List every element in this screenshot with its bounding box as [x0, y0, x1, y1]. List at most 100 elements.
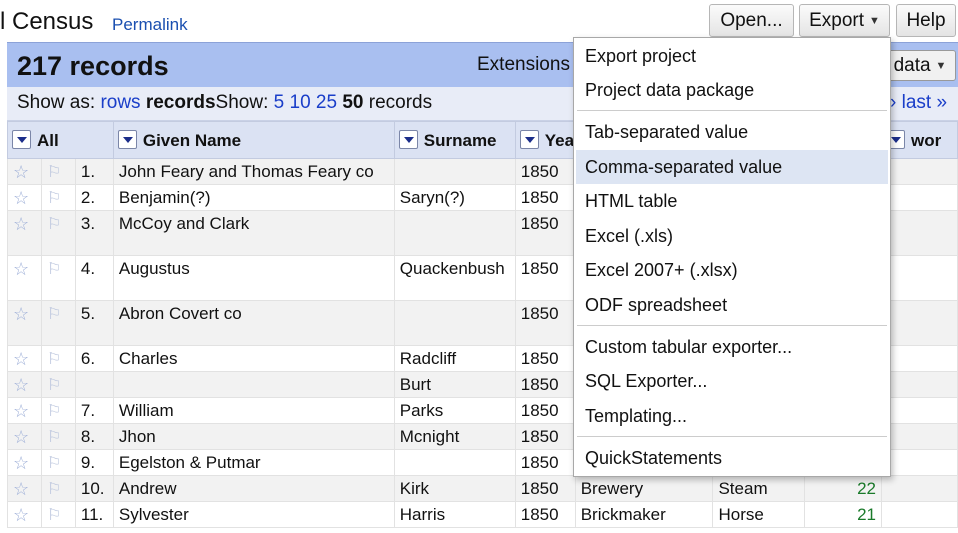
menu-item-sql-exporter[interactable]: SQL Exporter... [576, 364, 888, 398]
column-header-year[interactable]: Yea [514, 121, 576, 159]
cell-power: Horse [712, 501, 806, 528]
flag-icon[interactable]: ⚐ [40, 423, 76, 450]
menu-item-excel-xlsx[interactable]: Excel 2007+ (.xlsx) [576, 253, 888, 287]
menu-item-templating[interactable]: Templating... [576, 399, 888, 433]
star-icon[interactable]: ☆ [7, 501, 42, 528]
page-size-50-selected: 50 [342, 92, 364, 113]
row-index: 1. [74, 158, 114, 185]
permalink-link[interactable]: Permalink [112, 15, 188, 35]
row-index: 3. [74, 210, 114, 256]
flag-icon[interactable]: ⚐ [40, 371, 76, 398]
cell-year: 1850 [514, 345, 576, 372]
open-button[interactable]: Open... [709, 4, 794, 37]
menu-item-excel-xls[interactable]: Excel (.xls) [576, 219, 888, 253]
column-header-given-name[interactable]: Given Name [112, 121, 395, 159]
cell-number: 22 [804, 475, 882, 502]
row-index: 5. [74, 300, 114, 346]
star-icon[interactable]: ☆ [7, 397, 42, 424]
cell-given-name: Benjamin(?) [112, 184, 395, 211]
show-label: Show: [215, 92, 269, 113]
cell-given-name: Charles [112, 345, 395, 372]
menu-item-quickstatements[interactable]: QuickStatements [576, 441, 888, 475]
star-icon[interactable]: ☆ [7, 449, 42, 476]
menu-item-export-project[interactable]: Export project [576, 39, 888, 73]
column-header-all[interactable]: All [7, 121, 114, 159]
menu-item-project-data-package[interactable]: Project data package [576, 73, 888, 107]
extensions-menu[interactable]: Extensions [477, 54, 570, 76]
export-button-label: Export [809, 9, 865, 31]
page-size-5-link[interactable]: 5 [274, 92, 285, 113]
star-icon[interactable]: ☆ [7, 255, 42, 301]
export-button[interactable]: Export ▼ [799, 4, 890, 37]
star-icon[interactable]: ☆ [7, 475, 42, 502]
flag-icon[interactable]: ⚐ [40, 501, 76, 528]
flag-icon[interactable]: ⚐ [40, 210, 76, 256]
column-header-label: Yea [544, 130, 575, 150]
pager-last-link[interactable]: › last » [890, 92, 947, 114]
cell-year: 1850 [514, 423, 576, 450]
column-header-wo[interactable]: wor [881, 121, 958, 159]
cell-surname: Mcnight [393, 423, 516, 450]
cell-surname: Burt [393, 371, 516, 398]
cell-surname: Kirk [393, 475, 516, 502]
row-index [74, 371, 114, 398]
data-tab[interactable]: data ▼ [884, 50, 956, 81]
menu-item-odf-spreadsheet[interactable]: ODF spreadsheet [576, 288, 888, 322]
menu-divider [577, 436, 887, 437]
flag-icon[interactable]: ⚐ [40, 345, 76, 372]
cell-given-name: Egelston & Putmar [112, 449, 395, 476]
flag-icon[interactable]: ⚐ [40, 449, 76, 476]
page-size-25-link[interactable]: 25 [316, 92, 337, 113]
flag-icon[interactable]: ⚐ [40, 300, 76, 346]
star-icon[interactable]: ☆ [7, 423, 42, 450]
menu-item-html-table[interactable]: HTML table [576, 184, 888, 218]
star-icon[interactable]: ☆ [7, 300, 42, 346]
cell-wo [881, 423, 958, 450]
flag-icon[interactable]: ⚐ [40, 158, 76, 185]
column-header-surname[interactable]: Surname [393, 121, 516, 159]
show-as-controls: Show as: rows recordsShow: 5 10 25 50 re… [17, 92, 432, 114]
star-icon[interactable]: ☆ [7, 158, 42, 185]
cell-wo [881, 255, 958, 301]
column-header-label: Given Name [142, 130, 242, 150]
flag-icon[interactable]: ⚐ [40, 397, 76, 424]
show-rows-link[interactable]: rows [100, 92, 140, 113]
top-bar: l Census Permalink Open... Export ▼ Help [0, 0, 958, 42]
cell-wo [881, 449, 958, 476]
export-dropdown-menu: Export project Project data package Tab-… [573, 37, 891, 477]
help-button[interactable]: Help [896, 4, 956, 37]
cell-wo [881, 184, 958, 211]
dropdown-arrow-icon[interactable] [12, 129, 31, 149]
cell-year: 1850 [514, 210, 576, 256]
menu-item-csv[interactable]: Comma-separated value [576, 150, 888, 184]
page-size-10-link[interactable]: 10 [290, 92, 311, 113]
show-records-selected: records [145, 92, 216, 113]
flag-icon[interactable]: ⚐ [40, 255, 76, 301]
cell-given-name: Abron Covert co [112, 300, 395, 346]
column-header-label: wor [911, 130, 942, 150]
star-icon[interactable]: ☆ [7, 345, 42, 372]
flag-icon[interactable]: ⚐ [40, 184, 76, 211]
cell-surname: Harris [393, 501, 516, 528]
help-button-label: Help [906, 9, 946, 31]
records-suffix: records [368, 92, 433, 113]
cell-number: 21 [804, 501, 882, 528]
cell-power: Steam [712, 475, 806, 502]
cell-given-name: McCoy and Clark [112, 210, 395, 256]
dropdown-arrow-icon[interactable] [519, 129, 539, 149]
cell-year: 1850 [514, 371, 576, 398]
dropdown-arrow-icon[interactable] [117, 129, 137, 149]
menu-item-tsv[interactable]: Tab-separated value [576, 115, 888, 149]
cell-surname: Quackenbush [393, 255, 516, 301]
dropdown-arrow-icon[interactable] [398, 129, 418, 149]
flag-icon[interactable]: ⚐ [40, 475, 76, 502]
cell-given-name: Jhon [112, 423, 395, 450]
star-icon[interactable]: ☆ [7, 371, 42, 398]
star-icon[interactable]: ☆ [7, 184, 42, 211]
cell-wo [881, 501, 958, 528]
cell-wo [881, 345, 958, 372]
cell-given-name: John Feary and Thomas Feary co [112, 158, 395, 185]
star-icon[interactable]: ☆ [7, 210, 42, 256]
cell-surname [393, 449, 516, 476]
menu-item-custom-tabular-exporter[interactable]: Custom tabular exporter... [576, 330, 888, 364]
